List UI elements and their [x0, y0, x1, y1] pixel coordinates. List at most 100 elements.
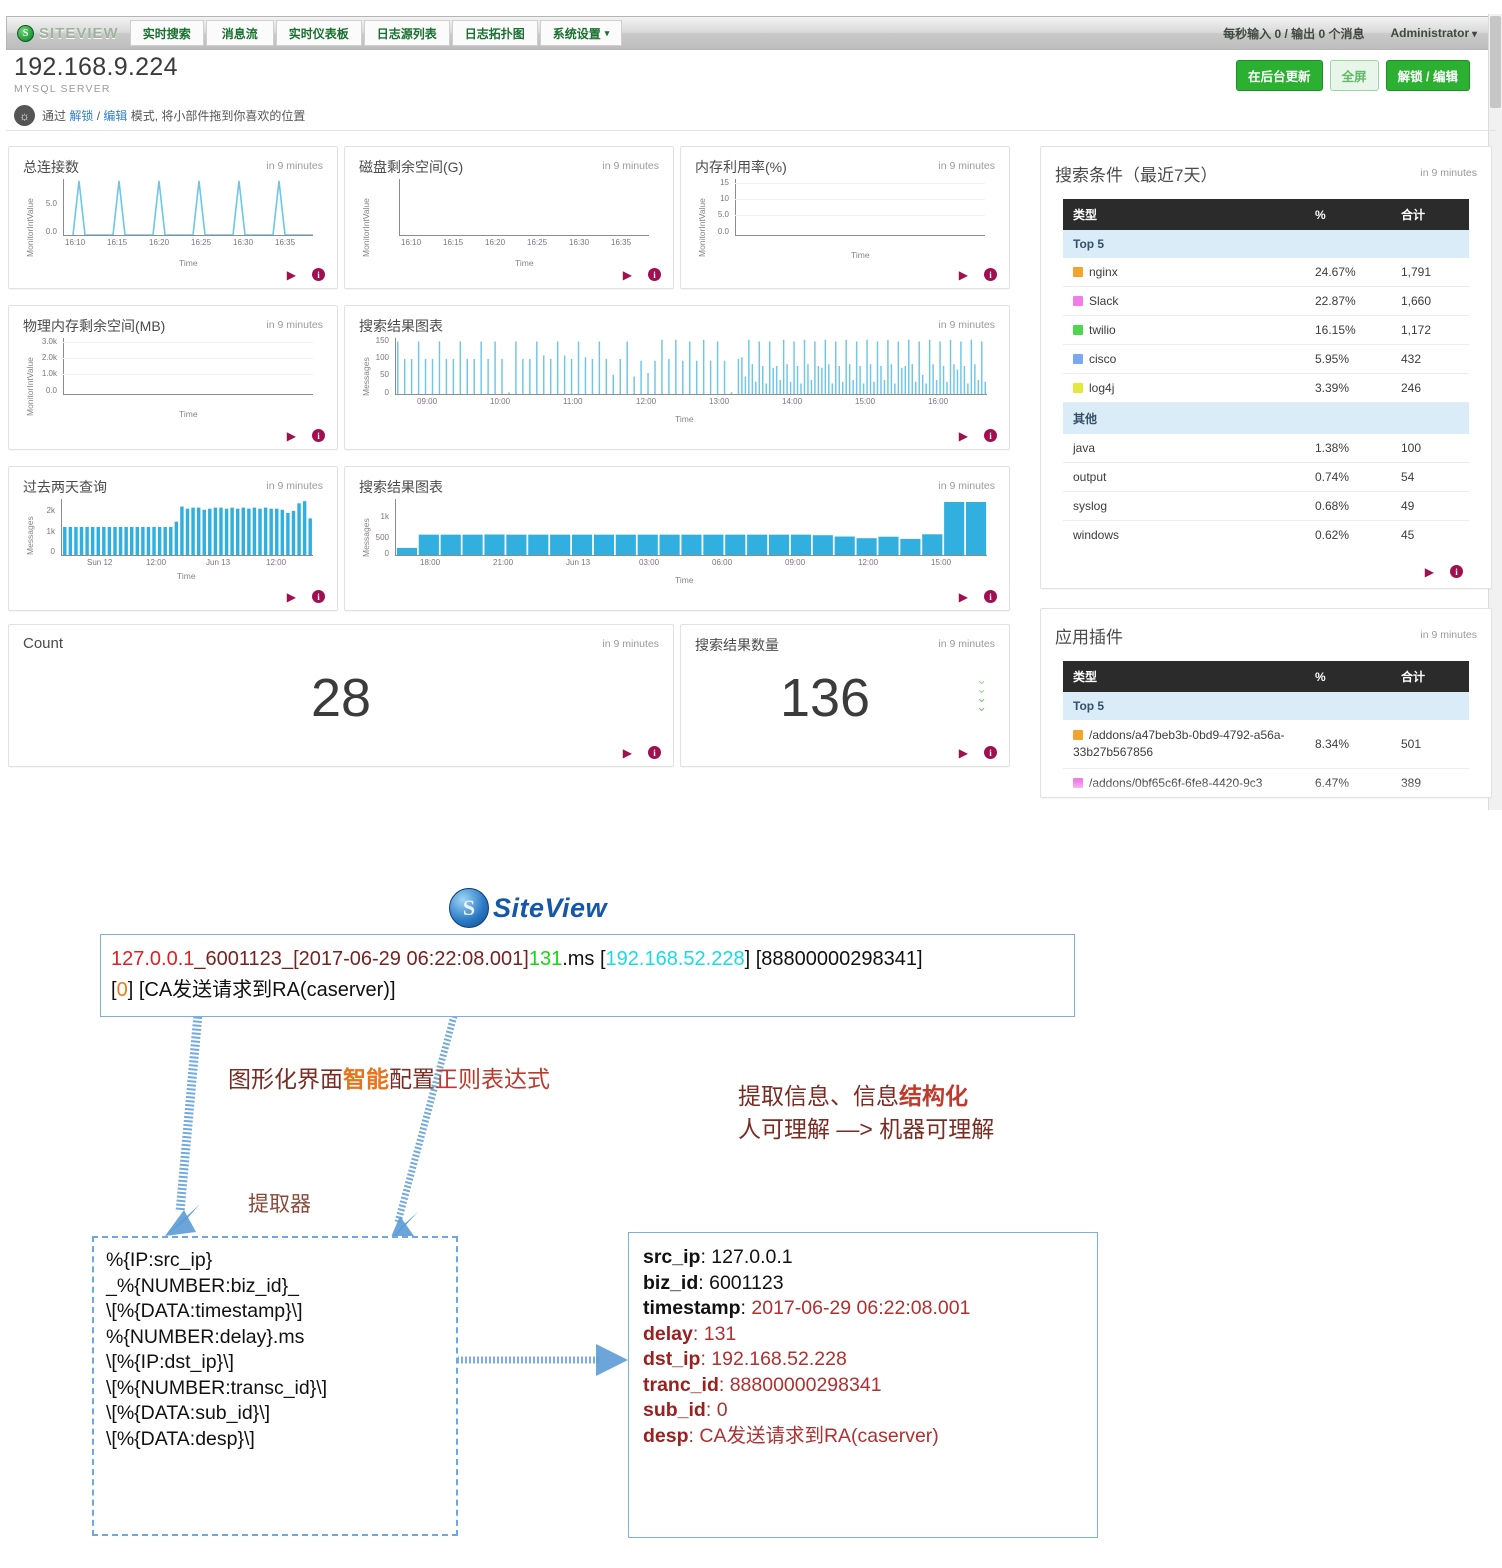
nav-tab-message-stream[interactable]: 消息流	[206, 20, 274, 46]
play-icon[interactable]: ▶	[959, 747, 968, 759]
grok-line: \[%{DATA:desp}\]	[106, 1427, 444, 1453]
edit-link[interactable]: 编辑	[103, 109, 127, 123]
col-type[interactable]: 类型	[1063, 661, 1305, 692]
table-header-row: 类型 % 合计	[1063, 199, 1469, 230]
brand-logo[interactable]: S SITEVIEW	[7, 17, 127, 49]
play-icon[interactable]: ▶	[959, 430, 968, 442]
dashboard-screenshot: S SITEVIEW 实时搜索 消息流 实时仪表板 日志源列表 日志拓扑图 系统…	[0, 0, 1502, 810]
info-icon[interactable]: i	[312, 429, 325, 442]
table-row[interactable]: /addons/a47beb3b-0bd9-4792-a56a-33b27b56…	[1063, 720, 1469, 769]
info-icon[interactable]: i	[1450, 565, 1463, 578]
table-row[interactable]: Slack 22.87% 1,660	[1063, 287, 1469, 316]
widget-last-two-days-query[interactable]: 过去两天查询 in 9 minutes Messages Time 2k 1k …	[8, 466, 338, 611]
table-row[interactable]: windows 0.62% 45	[1063, 521, 1469, 550]
info-icon[interactable]: i	[984, 590, 997, 603]
play-icon[interactable]: ▶	[287, 430, 296, 442]
result-value: 192.168.52.228	[711, 1348, 847, 1370]
siteview-logo: S SiteView	[449, 888, 607, 928]
col-total[interactable]: 合计	[1391, 661, 1469, 692]
widget-physical-memory-free[interactable]: 物理内存剩余空间(MB) in 9 minutes MonitorIntValu…	[8, 305, 338, 450]
row-percent: 22.87%	[1305, 287, 1391, 316]
widget-memory-usage[interactable]: 内存利用率(%) in 9 minutes MonitorIntValue Ti…	[680, 146, 1010, 289]
result-field: delay: 131	[643, 1322, 1083, 1348]
y-axis-line	[399, 179, 400, 235]
info-icon[interactable]: i	[312, 268, 325, 281]
y-tick: 0	[361, 549, 389, 558]
widget-time-range: in 9 minutes	[938, 638, 995, 650]
user-menu[interactable]: Administrator	[1391, 26, 1478, 40]
x-tick: Sun 12	[87, 558, 112, 567]
widget-time-range: in 9 minutes	[1420, 167, 1477, 179]
gridline	[63, 342, 313, 343]
log-sub-id: 0	[117, 979, 128, 1001]
widget-search-results-bars[interactable]: 搜索结果图表 in 9 minutes Messages Time 1k 500…	[344, 466, 1010, 611]
col-type[interactable]: 类型	[1063, 199, 1305, 230]
row-name-cell: /addons/a47beb3b-0bd9-4792-a56a-33b27b56…	[1063, 720, 1305, 769]
play-icon[interactable]: ▶	[623, 747, 632, 759]
log-desp: [CA发送请求到RA(caserver)]	[139, 979, 396, 1001]
x-axis-label: Time	[515, 258, 534, 268]
y-tick: 3.0k	[25, 337, 57, 346]
result-key: dst_ip	[643, 1348, 700, 1370]
row-percent: 16.15%	[1305, 316, 1391, 345]
result-key: sub_id	[643, 1399, 706, 1421]
log-sep1: _	[194, 948, 205, 970]
info-icon[interactable]: i	[648, 268, 661, 281]
table-row[interactable]: twilio 16.15% 1,172	[1063, 316, 1469, 345]
widget-search-results-histogram[interactable]: 搜索结果图表 in 9 minutes Messages Time 150 10…	[344, 305, 1010, 450]
play-icon[interactable]: ▶	[623, 269, 632, 281]
log-transc-id: [88800000298341]	[750, 948, 922, 970]
result-field: tranc_id: 88800000298341	[643, 1373, 1083, 1399]
play-icon[interactable]: ▶	[287, 269, 296, 281]
info-icon[interactable]: i	[984, 429, 997, 442]
row-total: 49	[1391, 492, 1469, 521]
info-icon[interactable]: i	[312, 590, 325, 603]
nav-tab-log-source-list[interactable]: 日志源列表	[364, 20, 450, 46]
unlock-link[interactable]: 解锁	[69, 109, 93, 123]
play-icon[interactable]: ▶	[287, 591, 296, 603]
play-icon[interactable]: ▶	[959, 591, 968, 603]
y-axis-line	[735, 179, 736, 235]
table-row[interactable]: output 0.74% 54	[1063, 463, 1469, 492]
hint-row: ☼ 通过 解锁 / 编辑 模式, 将小部件拖到你喜欢的位置	[14, 105, 1484, 126]
widget-app-plugins[interactable]: 应用插件 in 9 minutes 类型 % 合计 Top 5 /addons/…	[1040, 608, 1492, 798]
info-icon[interactable]: i	[984, 268, 997, 281]
y-tick: 0	[31, 547, 55, 556]
col-total[interactable]: 合计	[1391, 199, 1469, 230]
widget-total-connections[interactable]: 总连接数 in 9 minutes MonitorIntValue Time 0…	[8, 146, 338, 289]
nav-tab-realtime-search[interactable]: 实时搜索	[130, 20, 204, 46]
col-percent[interactable]: %	[1305, 661, 1391, 692]
table-row[interactable]: nginx 24.67% 1,791	[1063, 258, 1469, 287]
gridline	[735, 215, 985, 216]
x-axis-label: Time	[675, 414, 694, 424]
grok-pattern-box: %{IP:src_ip} _%{NUMBER:biz_id}_ \[%{DATA…	[92, 1236, 458, 1536]
widget-time-range: in 9 minutes	[266, 160, 323, 172]
scrollbar-thumb[interactable]	[1490, 16, 1501, 108]
log-timestamp: 2017-06-29 06:22:08.001	[299, 948, 524, 970]
nav-tab-log-topology[interactable]: 日志拓扑图	[452, 20, 538, 46]
grok-line: \[%{DATA:timestamp}\]	[106, 1299, 444, 1325]
widget-search-conditions[interactable]: 搜索条件（最近7天） in 9 minutes 类型 % 合计 Top 5 ng…	[1040, 146, 1492, 589]
table-row[interactable]: java 1.38% 100	[1063, 434, 1469, 463]
unlock-edit-button[interactable]: 解锁 / 编辑	[1386, 60, 1470, 91]
fullscreen-button[interactable]: 全屏	[1330, 60, 1379, 91]
color-swatch	[1073, 296, 1083, 306]
bar-series	[396, 338, 987, 394]
nav-tab-system-settings[interactable]: 系统设置	[540, 20, 623, 46]
play-icon[interactable]: ▶	[959, 269, 968, 281]
x-tick: 15:00	[855, 397, 875, 406]
info-icon[interactable]: i	[648, 746, 661, 759]
background-update-button[interactable]: 在后台更新	[1236, 60, 1323, 91]
col-percent[interactable]: %	[1305, 199, 1391, 230]
table-row[interactable]: log4j 3.39% 246	[1063, 374, 1469, 403]
widget-search-result-count[interactable]: 搜索结果数量 in 9 minutes 136 ⌄⌄⌄⌄ ▶ i	[680, 624, 1010, 767]
x-tick: 16:10	[401, 238, 421, 247]
widget-count[interactable]: Count in 9 minutes 28 ▶ i	[8, 624, 674, 767]
table-row[interactable]: syslog 0.68% 49	[1063, 492, 1469, 521]
widget-disk-free-space[interactable]: 磁盘剩余空间(G) in 9 minutes MonitorIntValue T…	[344, 146, 674, 289]
play-icon[interactable]: ▶	[1425, 566, 1434, 578]
info-icon[interactable]: i	[984, 746, 997, 759]
table-row[interactable]: cisco 5.95% 432	[1063, 345, 1469, 374]
brand-name: SITEVIEW	[39, 25, 119, 42]
nav-tab-realtime-dashboard[interactable]: 实时仪表板	[276, 20, 362, 46]
